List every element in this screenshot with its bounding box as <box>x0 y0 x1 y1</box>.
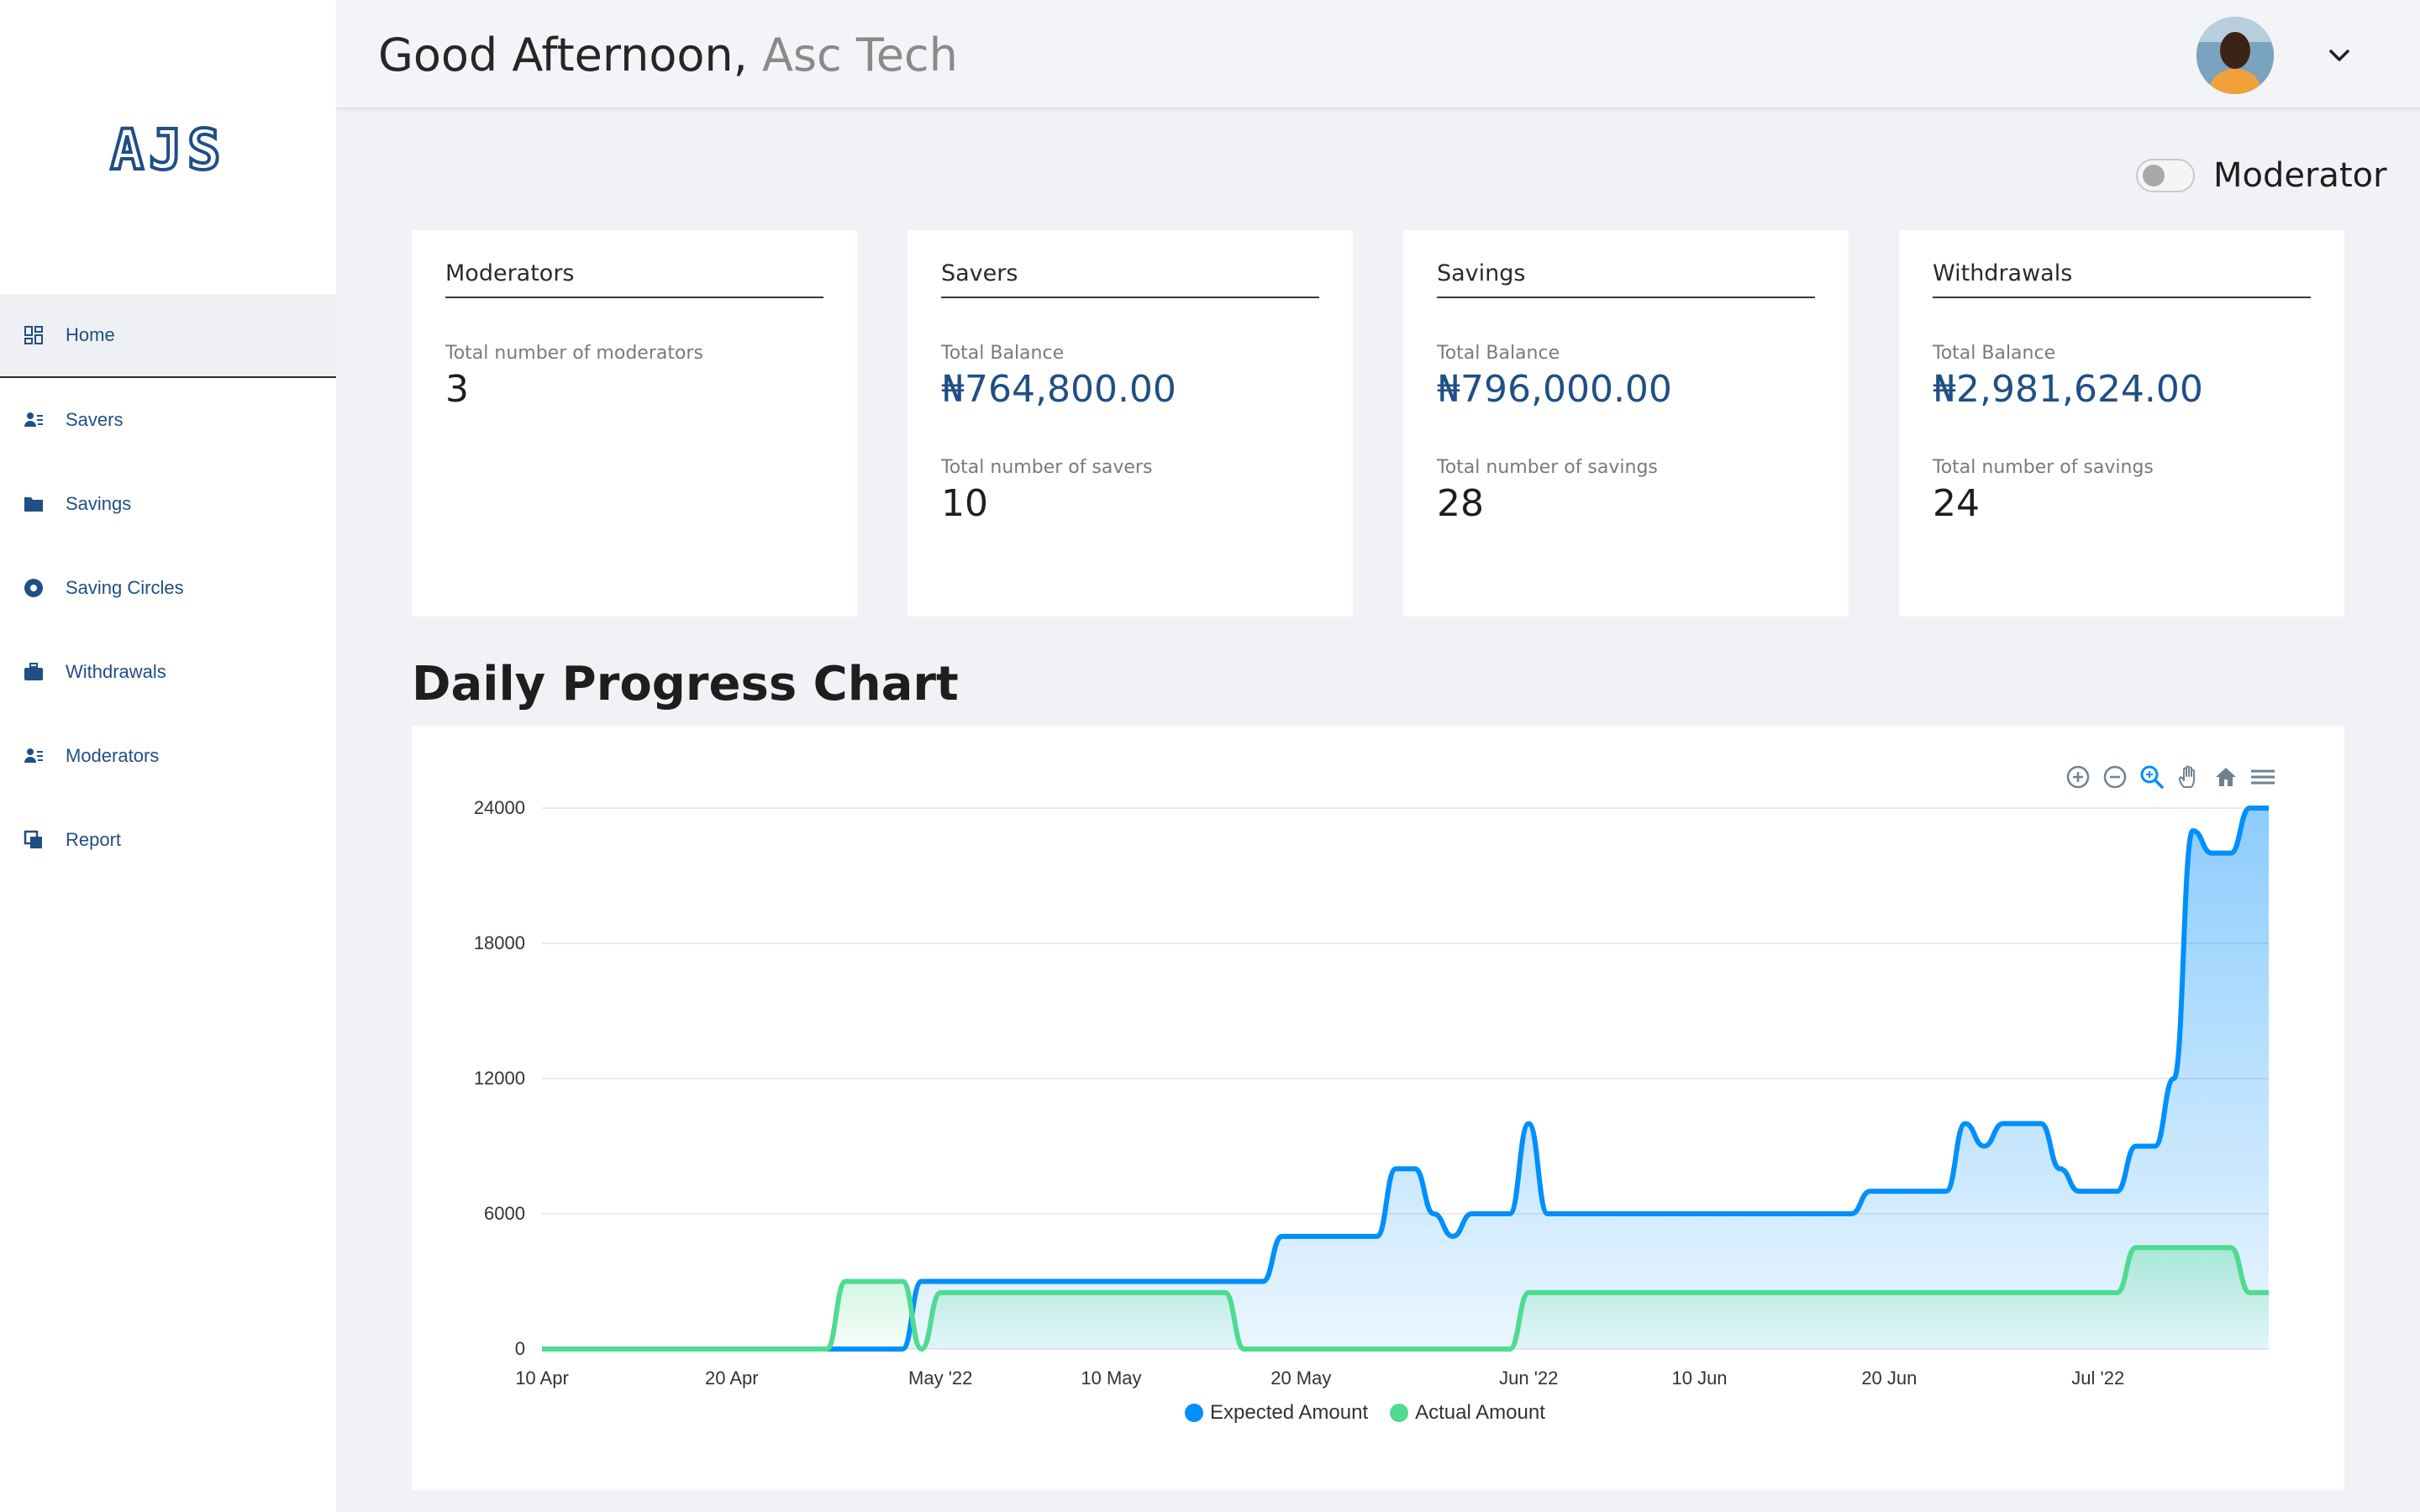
sidebar-item-label: Savings <box>66 493 132 514</box>
moderators-count: 3 <box>445 368 469 411</box>
savers-balance: ₦764,800.00 <box>941 368 1176 411</box>
home-reset-icon[interactable] <box>2212 763 2240 791</box>
y-tick-label: 0 <box>515 1338 525 1359</box>
user-list-icon <box>24 746 44 766</box>
withdrawals-count: 24 <box>1933 482 1980 525</box>
circle-icon <box>24 578 44 598</box>
x-tick-label: May '22 <box>908 1368 972 1389</box>
legend-item-actual[interactable]: Actual Amount <box>1390 1401 1545 1425</box>
withdrawals-balance: ₦2,981,624.00 <box>1933 368 2203 411</box>
sidebar-item-label: Withdrawals <box>66 661 166 682</box>
moderator-toggle[interactable] <box>2136 159 2195 192</box>
y-tick-label: 6000 <box>484 1203 525 1224</box>
legend-label: Expected Amount <box>1210 1401 1369 1424</box>
y-tick-label: 24000 <box>474 797 525 818</box>
card-title: Savings <box>1437 260 1815 298</box>
y-tick-label: 12000 <box>474 1068 525 1089</box>
savings-balance: ₦796,000.00 <box>1437 368 1672 411</box>
sidebar-item-label: Report <box>66 829 122 850</box>
legend-label: Actual Amount <box>1415 1401 1545 1424</box>
pan-hand-icon[interactable] <box>2175 763 2203 791</box>
sidebar-item-label: Home <box>66 324 115 345</box>
toggle-knob <box>2143 165 2165 186</box>
card-label: Total number of savers <box>941 457 1153 478</box>
sidebar: AJS Home Savers Savings Saving Circles W… <box>0 0 336 1512</box>
savings-card: Savings Total Balance ₦796,000.00 Total … <box>1403 230 1849 617</box>
card-label: Total Balance <box>1933 343 2056 364</box>
zoom-out-icon[interactable] <box>2101 763 2129 791</box>
user-name: Asc Tech <box>761 29 958 81</box>
legend-item-expected[interactable]: Expected Amount <box>1185 1401 1368 1425</box>
greeting-text: Good Afternoon, <box>378 29 748 81</box>
moderators-card: Moderators Total number of moderators 3 <box>412 230 857 617</box>
chart-canvas: 24000 18000 12000 6000 0 10 Apr 20 Apr May '22 1… <box>474 797 2269 1389</box>
x-tick-label: 10 May <box>1081 1368 1141 1389</box>
chart-section-title: Daily Progress Chart <box>412 657 959 711</box>
x-tick-label: Jul '22 <box>2071 1368 2124 1389</box>
sidebar-item-withdrawals[interactable]: Withdrawals <box>0 630 336 714</box>
savers-count: 10 <box>941 482 988 525</box>
chart-toolbar <box>2064 763 2277 791</box>
card-label: Total number of moderators <box>445 343 703 364</box>
daily-progress-chart: 24000 18000 12000 6000 0 10 Apr 20 Apr May '22 1… <box>412 726 2344 1490</box>
sidebar-nav: Home Savers Savings Saving Circles Withd… <box>0 294 336 882</box>
sidebar-item-saving-circles[interactable]: Saving Circles <box>0 546 336 630</box>
savings-count: 28 <box>1437 482 1484 525</box>
sidebar-item-label: Saving Circles <box>66 577 184 598</box>
card-label: Total Balance <box>941 343 1065 364</box>
card-title: Moderators <box>445 260 823 298</box>
x-tick-label: 20 Jun <box>1861 1368 1917 1389</box>
x-tick-label: 20 May <box>1270 1368 1331 1389</box>
avatar[interactable] <box>2196 17 2274 94</box>
sidebar-item-label: Moderators <box>66 745 160 766</box>
x-tick-label: 10 Jun <box>1671 1368 1727 1389</box>
app-logo[interactable]: AJS <box>0 116 336 184</box>
menu-icon[interactable] <box>2249 763 2277 791</box>
withdrawals-card: Withdrawals Total Balance ₦2,981,624.00 … <box>1899 230 2344 617</box>
x-tick-label: Jun '22 <box>1499 1368 1558 1389</box>
legend-marker <box>1185 1404 1203 1422</box>
zoom-in-icon[interactable] <box>2064 763 2092 791</box>
sidebar-item-label: Savers <box>66 409 124 430</box>
sidebar-item-home[interactable]: Home <box>0 294 336 378</box>
sidebar-item-savers[interactable]: Savers <box>0 378 336 462</box>
selection-zoom-icon[interactable] <box>2138 763 2166 791</box>
x-tick-label: 20 Apr <box>705 1368 759 1389</box>
briefcase-icon <box>24 662 44 682</box>
card-title: Withdrawals <box>1933 260 2311 298</box>
x-tick-label: 10 Apr <box>515 1368 569 1389</box>
moderator-toggle-group: Moderator <box>2136 156 2387 195</box>
copy-icon <box>24 830 44 850</box>
folder-icon <box>24 494 44 514</box>
page-greeting: Good Afternoon, Asc Tech <box>378 29 958 81</box>
card-label: Total Balance <box>1437 343 1560 364</box>
chart-legend: Expected Amount Actual Amount <box>1185 1401 1545 1425</box>
y-tick-label: 18000 <box>474 932 525 953</box>
savers-card: Savers Total Balance ₦764,800.00 Total n… <box>908 230 1353 617</box>
sidebar-item-moderators[interactable]: Moderators <box>0 714 336 798</box>
dashboard-icon <box>24 325 44 345</box>
sidebar-item-savings[interactable]: Savings <box>0 462 336 546</box>
card-title: Savers <box>941 260 1319 298</box>
top-header: Good Afternoon, Asc Tech <box>336 0 2420 109</box>
sidebar-item-report[interactable]: Report <box>0 798 336 882</box>
legend-marker <box>1390 1404 1409 1422</box>
chevron-down-icon[interactable] <box>2324 40 2354 71</box>
card-label: Total number of savings <box>1933 457 2154 478</box>
moderator-toggle-label: Moderator <box>2213 156 2387 195</box>
users-icon <box>24 410 44 430</box>
card-label: Total number of savings <box>1437 457 1658 478</box>
